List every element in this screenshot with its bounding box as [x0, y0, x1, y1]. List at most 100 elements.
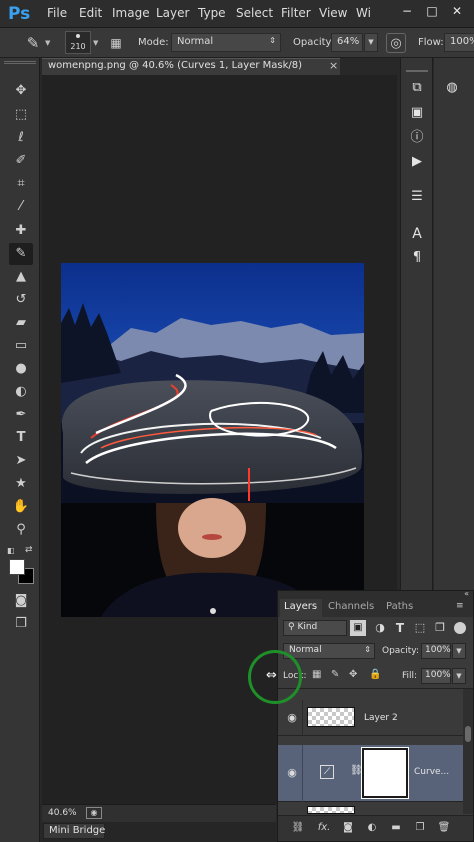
menu-select[interactable]: Select [236, 6, 273, 20]
mini-bridge-tab[interactable]: Mini Bridge [43, 823, 105, 839]
layers-scrollbar[interactable] [463, 689, 473, 814]
paragraph-icon[interactable]: ¶ [407, 248, 427, 268]
marquee-tool-icon[interactable]: ⬚ [9, 104, 33, 126]
lock-all-icon[interactable]: 🔒 [369, 669, 381, 681]
pressure-opacity-icon[interactable]: ◎ [386, 33, 406, 53]
type-tool-icon[interactable]: T [9, 427, 33, 449]
layer-row[interactable]: ◉ ⟋ ⛓ Curve... [278, 745, 463, 802]
close-tab-icon[interactable]: × [329, 59, 338, 72]
swap-colors-icon[interactable]: ⇄ [25, 545, 33, 555]
link-layers-icon[interactable]: ⛓ [290, 820, 306, 836]
document-tab[interactable]: womenpng.png @ 40.6% (Curves 1, Layer Ma… [42, 58, 340, 75]
menu-edit[interactable]: Edit [79, 6, 102, 20]
mask-link-icon[interactable]: ⛓ [350, 765, 363, 776]
menu-image[interactable]: Image [112, 6, 150, 20]
opacity-input[interactable]: 64% [331, 33, 363, 52]
layer-row[interactable]: ◉ Layer 2 [278, 700, 463, 736]
lock-position-icon[interactable]: ✥ [349, 669, 361, 681]
navigator-icon[interactable]: ◍ [442, 78, 462, 98]
dock-grip[interactable] [406, 70, 428, 72]
adjustments-icon[interactable]: ☰ [407, 187, 427, 207]
new-layer-icon[interactable]: ❐ [412, 820, 428, 836]
new-group-icon[interactable]: ▬ [388, 820, 404, 836]
healing-brush-icon[interactable]: ✚ [9, 220, 33, 242]
pen-tool-icon[interactable]: ✒ [9, 404, 33, 426]
filter-adjustment-icon[interactable]: ◑ [372, 620, 388, 636]
fill-dropdown[interactable]: ▼ [452, 668, 466, 684]
filter-shape-icon[interactable]: ⬚ [412, 620, 428, 636]
filter-type-icon[interactable]: T [392, 620, 408, 636]
brush-panel-icon[interactable]: ▦ [106, 33, 126, 53]
close-button[interactable]: ✕ [448, 2, 466, 20]
layer-name[interactable]: Layer 2 [364, 713, 398, 723]
brush-size-preview[interactable]: 210 [65, 31, 91, 54]
brush-tool-icon[interactable]: ✎ [9, 243, 33, 265]
maximize-button[interactable]: □ [423, 2, 441, 20]
gradient-icon[interactable]: ▭ [9, 335, 33, 357]
fill-input[interactable]: 100% [421, 668, 451, 684]
layer-style-fx-icon[interactable]: fx. [316, 820, 332, 836]
tab-paths[interactable]: Paths [386, 601, 413, 612]
filter-smart-object-icon[interactable]: ❐ [432, 620, 448, 636]
crop-tool-icon[interactable]: ⌗ [9, 173, 33, 195]
lock-transparent-icon[interactable]: ▦ [312, 669, 324, 681]
layer-name[interactable]: Curve... [414, 767, 449, 777]
properties-icon[interactable]: ▣ [407, 103, 427, 123]
shape-tool-icon[interactable]: ★ [9, 473, 33, 495]
document-image[interactable] [61, 263, 364, 617]
panel-menu-icon[interactable]: ≡ [456, 601, 464, 611]
actions-icon[interactable]: ▶ [407, 152, 427, 172]
delete-layer-icon[interactable]: 🗑 [436, 820, 452, 836]
default-colors-icon[interactable]: ◧ [7, 546, 15, 555]
blend-mode-select[interactable]: Normal ⇕ [283, 643, 375, 659]
lasso-tool-icon[interactable]: ℓ [9, 127, 33, 149]
character-icon[interactable]: A [407, 224, 427, 244]
menu-file[interactable]: File [47, 6, 67, 20]
add-mask-icon[interactable]: ◙ [340, 820, 356, 836]
blur-tool-icon[interactable]: ● [9, 358, 33, 380]
visibility-eye-icon[interactable]: ◉ [285, 766, 299, 780]
chevron-down-icon[interactable]: ▼ [93, 39, 98, 47]
status-info-icon[interactable]: ◉ [86, 807, 102, 819]
hand-tool-icon[interactable]: ✋ [9, 496, 33, 518]
zoom-tool-icon[interactable]: ⚲ [9, 519, 33, 541]
menu-view[interactable]: View [319, 6, 347, 20]
brush-preset-icon[interactable]: ✎ [23, 33, 43, 53]
tab-layers[interactable]: Layers [284, 601, 317, 612]
menu-filter[interactable]: Filter [281, 6, 311, 20]
menu-type[interactable]: Type [198, 6, 226, 20]
quick-selection-icon[interactable]: ✐ [9, 150, 33, 172]
layer-opacity-dropdown[interactable]: ▼ [452, 643, 466, 659]
filter-toggle-icon[interactable] [454, 622, 466, 634]
history-icon[interactable]: ⧉ [407, 78, 427, 98]
scrollbar-thumb[interactable] [465, 726, 471, 742]
layer-opacity-input[interactable]: 100% [421, 643, 451, 659]
eraser-icon[interactable]: ▰ [9, 312, 33, 334]
info-icon[interactable]: ⓘ [407, 128, 427, 148]
tab-channels[interactable]: Channels [328, 601, 374, 612]
history-brush-icon[interactable]: ↺ [9, 289, 33, 311]
mode-select[interactable]: Normal ⇕ [171, 33, 281, 52]
chevron-down-icon[interactable]: ▼ [45, 39, 50, 47]
move-tool-icon[interactable]: ✥ [9, 80, 33, 102]
screen-mode-icon[interactable]: ❐ [9, 613, 33, 635]
lock-image-icon[interactable]: ✎ [331, 669, 343, 681]
menu-window[interactable]: Wi [356, 6, 371, 20]
path-selection-icon[interactable]: ➤ [9, 450, 33, 472]
menu-layer[interactable]: Layer [156, 6, 189, 20]
filter-kind-select[interactable]: ⚲ Kind [283, 620, 347, 636]
quick-mask-icon[interactable]: ◙ [9, 590, 33, 612]
foreground-color-swatch[interactable] [9, 559, 25, 575]
layer-mask-thumbnail[interactable] [361, 747, 409, 799]
collapse-panel-icon[interactable]: « [464, 589, 469, 598]
dodge-tool-icon[interactable]: ◐ [9, 381, 33, 403]
flow-input[interactable]: 100% [444, 33, 474, 52]
panel-grip[interactable] [4, 61, 36, 64]
visibility-eye-icon[interactable]: ◉ [285, 711, 299, 725]
opacity-dropdown[interactable]: ▼ [364, 33, 378, 52]
filter-pixel-icon[interactable]: ▣ [350, 620, 366, 636]
adjustment-layer-icon[interactable]: ◐ [364, 820, 380, 836]
minimize-button[interactable]: − [398, 2, 416, 20]
zoom-level[interactable]: 40.6% [48, 808, 77, 818]
eyedropper-icon[interactable]: ⁄ [9, 196, 33, 218]
